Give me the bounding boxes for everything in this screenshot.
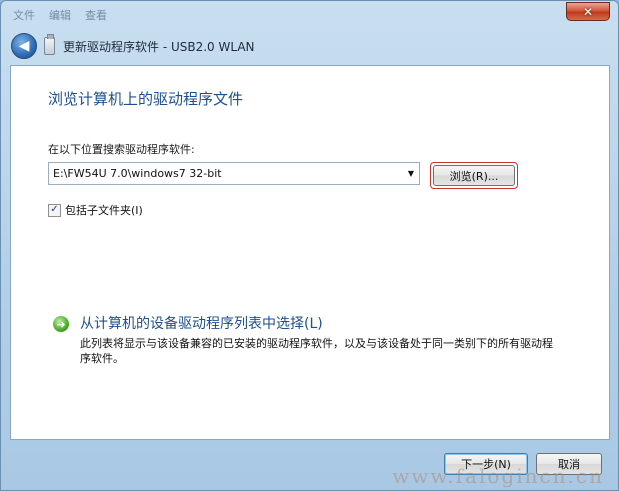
back-button[interactable]: ◀ (11, 33, 37, 59)
search-location-label: 在以下位置搜索驱动程序软件: (48, 143, 195, 156)
back-arrow-icon: ◀ (18, 38, 30, 54)
content-panel: 浏览计算机上的驱动程序文件 在以下位置搜索驱动程序软件: E:\FW54U 7.… (10, 65, 610, 440)
menu-view[interactable]: 查看 (85, 7, 107, 23)
menu-file[interactable]: 文件 (13, 7, 35, 23)
navigation-bar: ◀ 更新驱动程序软件 - USB2.0 WLAN (1, 29, 618, 63)
checkmark-icon: ✓ (50, 204, 59, 215)
browse-button-label[interactable]: 浏览(R)... (433, 165, 515, 186)
include-subfolders-option[interactable]: ✓ 包括子文件夹(I) (48, 202, 143, 218)
window-title: 更新驱动程序软件 - USB2.0 WLAN (63, 40, 255, 54)
watermark-text: www.falogincn.cn (392, 464, 604, 488)
include-subfolders-label[interactable]: 包括子文件夹(I) (65, 202, 143, 218)
menu-edit[interactable]: 编辑 (49, 7, 71, 23)
close-button[interactable]: ✕ (566, 2, 610, 21)
search-path-value[interactable]: E:\FW54U 7.0\windows7 32-bit (49, 167, 403, 180)
titlebar-menu: 文件 编辑 查看 (13, 7, 107, 23)
include-subfolders-checkbox[interactable]: ✓ (48, 203, 61, 217)
search-path-combobox[interactable]: E:\FW54U 7.0\windows7 32-bit ▼ (48, 162, 420, 185)
chevron-down-icon[interactable]: ▼ (403, 163, 419, 184)
browse-button[interactable]: 浏览(R)... (430, 162, 518, 189)
driver-update-window: 文件 编辑 查看 ✕ ◀ 更新驱动程序软件 - USB2.0 WLAN 浏览计算… (0, 0, 619, 491)
green-arrow-icon: ➜ (53, 316, 69, 332)
usb-device-icon (44, 34, 55, 55)
close-icon: ✕ (582, 4, 594, 19)
pick-from-list-description: 此列表将显示与该设备兼容的已安装的驱动程序软件，以及与该设备处于同一类别下的所有… (80, 337, 553, 365)
page-heading: 浏览计算机上的驱动程序文件 (48, 90, 244, 108)
pick-from-list-link[interactable]: 从计算机的设备驱动程序列表中选择(L) (80, 313, 323, 333)
